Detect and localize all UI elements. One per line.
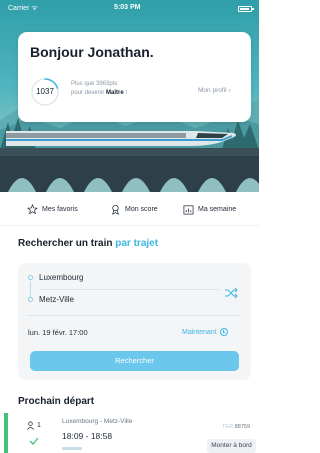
status-bar-indicator — [4, 413, 8, 453]
passenger-count: 1 — [37, 422, 41, 429]
points-suffix: ! — [123, 90, 128, 96]
greeting-card: Bonjour Jonathan. 1037 Plus que 3963pts … — [18, 32, 251, 122]
search-section-title: Rechercher un train par trajet — [18, 238, 158, 249]
check-icon — [29, 437, 39, 445]
next-departure-title: Prochain départ — [18, 396, 95, 407]
next-departure-card[interactable]: 1 Luxembourg - Metz-Ville 18:09 - 18:58 … — [4, 413, 259, 453]
train-icon — [62, 447, 82, 450]
field-divider — [39, 289, 219, 290]
level-name: Maître — [106, 90, 124, 96]
week-label: Ma semaine — [198, 206, 237, 213]
destination-dot-icon — [28, 297, 33, 302]
profile-button[interactable]: Mon profil › — [198, 83, 248, 99]
points-line-2: pour devenir Maître ! — [71, 89, 127, 98]
train-type: TER — [222, 424, 234, 430]
swap-icon[interactable] — [224, 287, 238, 299]
battery-icon — [238, 6, 254, 12]
favorites-link[interactable]: Mes favoris — [27, 204, 78, 215]
status-bar: Carrier ᯤ 5:03 PM — [0, 0, 259, 20]
search-button[interactable]: Rechercher — [30, 351, 239, 371]
greeting-title: Bonjour Jonathan. — [30, 44, 154, 60]
trip-times: 18:09 - 18:58 — [62, 431, 113, 441]
search-title-accent[interactable]: par trajet — [115, 238, 158, 249]
now-label: Maintenant — [182, 328, 217, 336]
status-time: 5:03 PM — [114, 4, 141, 11]
train-number-value: 88759 — [234, 424, 250, 430]
origin-dot-icon — [28, 275, 33, 280]
date-divider — [28, 315, 241, 316]
origin-field[interactable]: Luxembourg — [39, 273, 83, 282]
search-form: Luxembourg Metz-Ville lun. 19 févr. 17:0… — [18, 263, 251, 380]
search-title-prefix: Rechercher un train — [18, 238, 116, 249]
points-remaining: Plus que 3963pts pour devenir Maître ! — [71, 80, 127, 98]
week-link[interactable]: Ma semaine — [183, 204, 236, 215]
calendar-chart-icon — [183, 205, 194, 215]
route-connector — [30, 281, 31, 297]
score-value: 1037 — [36, 87, 54, 96]
score-link[interactable]: Mon score — [110, 204, 158, 215]
carrier-label: Carrier ᯤ — [8, 5, 38, 12]
destination-field[interactable]: Metz-Ville — [39, 295, 74, 304]
points-prefix: pour devenir — [71, 90, 107, 96]
star-icon — [27, 204, 38, 215]
favorites-label: Mes favoris — [42, 206, 78, 213]
clock-icon — [219, 328, 228, 336]
score-label: Mon score — [125, 206, 158, 213]
trip-route: Luxembourg - Metz-Ville — [62, 418, 133, 425]
board-button[interactable]: Monter à bord — [207, 439, 256, 453]
now-button[interactable]: Maintenant — [182, 328, 228, 336]
hero-banner: Carrier ᯤ 5:03 PM Bonjour Jonathan. 1037… — [0, 0, 259, 192]
quick-links-bar: Mes favoris Mon score Ma semaine — [0, 192, 259, 226]
passenger-icon — [27, 421, 34, 430]
departure-date[interactable]: lun. 19 févr. 17:00 — [28, 328, 88, 337]
points-line-1: Plus que 3963pts — [71, 81, 118, 87]
train-number: TER 88759 — [222, 424, 250, 430]
medal-icon — [112, 205, 119, 215]
